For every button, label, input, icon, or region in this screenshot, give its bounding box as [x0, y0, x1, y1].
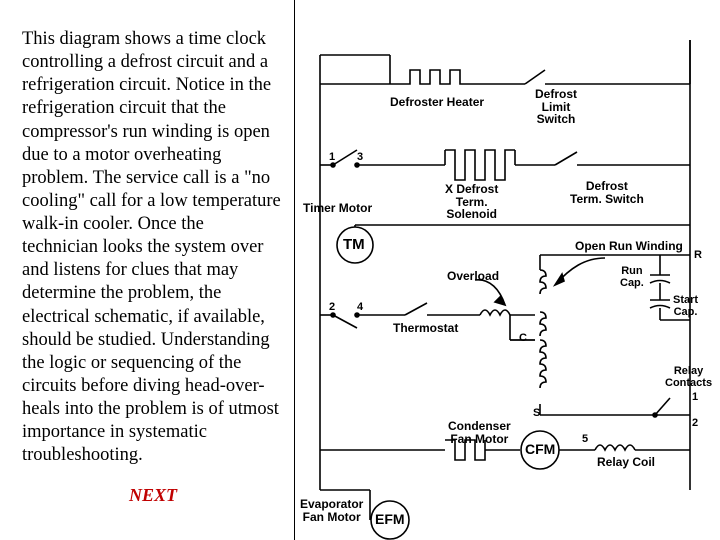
schematic-svg: [295, 0, 720, 540]
defroster-heater-label: Defroster Heater: [390, 96, 484, 109]
r-label: R: [694, 250, 702, 262]
schematic-diagram: Defroster Heater Defrost Limit Switch 1 …: [295, 0, 720, 540]
contact-1: 1: [692, 392, 698, 404]
x-defrost-solenoid-label: X Defrost Term. Solenoid: [445, 183, 498, 221]
terminal-5: 5: [582, 434, 588, 446]
tm-label: TM: [343, 237, 365, 253]
relay-contacts-label: Relay Contacts: [665, 366, 712, 389]
next-link[interactable]: NEXT: [22, 485, 284, 506]
thermostat-label: Thermostat: [393, 322, 458, 335]
start-cap-label: Start Cap.: [673, 295, 698, 318]
s-label: S: [533, 408, 540, 420]
terminal-2: 2: [329, 302, 335, 314]
terminal-4: 4: [357, 302, 363, 314]
description-paragraph: This diagram shows a time clock controll…: [22, 28, 284, 467]
description-panel: This diagram shows a time clock controll…: [0, 0, 295, 540]
contact-2: 2: [692, 418, 698, 430]
relay-coil-label: Relay Coil: [597, 456, 655, 469]
efm-label: EFM: [375, 512, 405, 527]
condenser-fan-motor-label: Condenser Fan Motor: [448, 420, 511, 445]
terminal-3: 3: [357, 152, 363, 164]
cfm-label: CFM: [525, 442, 555, 457]
terminal-1: 1: [329, 152, 335, 164]
timer-motor-label: Timer Motor: [303, 202, 372, 215]
defrost-limit-switch-label: Defrost Limit Switch: [535, 88, 577, 126]
run-cap-label: Run Cap.: [620, 266, 644, 289]
overload-label: Overload: [447, 270, 499, 283]
defrost-term-switch-label: Defrost Term. Switch: [570, 180, 644, 205]
open-run-winding-label: Open Run Winding: [575, 240, 683, 253]
evaporator-fan-motor-label: Evaporator Fan Motor: [300, 498, 363, 523]
c-label: C: [519, 333, 527, 345]
